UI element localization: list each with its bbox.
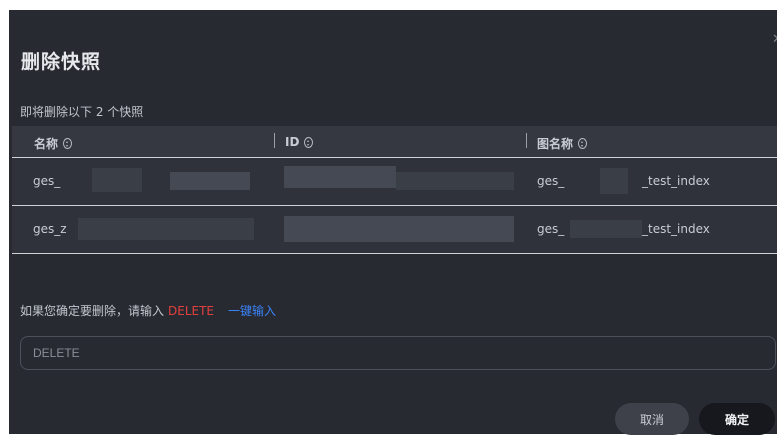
redacted-region	[170, 172, 250, 190]
cell-graph-name: ges_	[537, 222, 565, 236]
confirm-input-wrapper	[20, 336, 776, 370]
delete-snapshot-dialog: ✕ 删除快照 即将删除以下 2 个快照 名称 ID 图名称 ges_	[9, 10, 777, 435]
cell-name: ges_	[33, 174, 61, 188]
redacted-region	[396, 172, 514, 190]
quick-input-link[interactable]: 一键输入	[228, 304, 276, 318]
cancel-button[interactable]: 取消	[615, 403, 689, 435]
confirm-input[interactable]	[21, 337, 775, 369]
column-header-id[interactable]: ID	[285, 135, 314, 149]
redacted-region	[570, 220, 642, 238]
redacted-region	[600, 168, 628, 194]
redacted-region	[78, 218, 254, 240]
delete-keyword: DELETE	[168, 304, 215, 318]
cell-graph-suffix: _test_index	[642, 174, 710, 188]
table-row: ges_z ges_ _test_index	[12, 206, 777, 254]
close-icon[interactable]: ✕	[772, 33, 777, 46]
column-divider	[274, 133, 275, 148]
confirm-hint: 如果您确定要删除，请输入 DELETE 一键输入	[20, 304, 277, 318]
column-divider	[526, 133, 527, 148]
table-header: 名称 ID 图名称	[12, 126, 777, 158]
snapshot-table: 名称 ID 图名称 ges_ ges_ _test_index ges_z ge…	[12, 126, 777, 254]
sort-icon[interactable]	[63, 138, 73, 149]
cell-graph-suffix: _test_index	[642, 222, 710, 236]
dialog-title: 删除快照	[21, 51, 102, 73]
redacted-region	[284, 166, 396, 188]
redacted-region	[284, 216, 514, 242]
sort-icon[interactable]	[304, 136, 314, 148]
dialog-subtitle: 即将删除以下 2 个快照	[20, 105, 144, 119]
cell-name: ges_z	[33, 222, 67, 236]
redacted-region	[92, 168, 142, 192]
confirm-button[interactable]: 确定	[699, 403, 775, 435]
cell-graph-name: ges_	[537, 174, 565, 188]
column-header-graph-name[interactable]: 图名称	[537, 135, 588, 152]
table-row: ges_ ges_ _test_index	[12, 158, 777, 206]
column-header-name[interactable]: 名称	[34, 135, 73, 152]
sort-icon[interactable]	[578, 138, 588, 149]
